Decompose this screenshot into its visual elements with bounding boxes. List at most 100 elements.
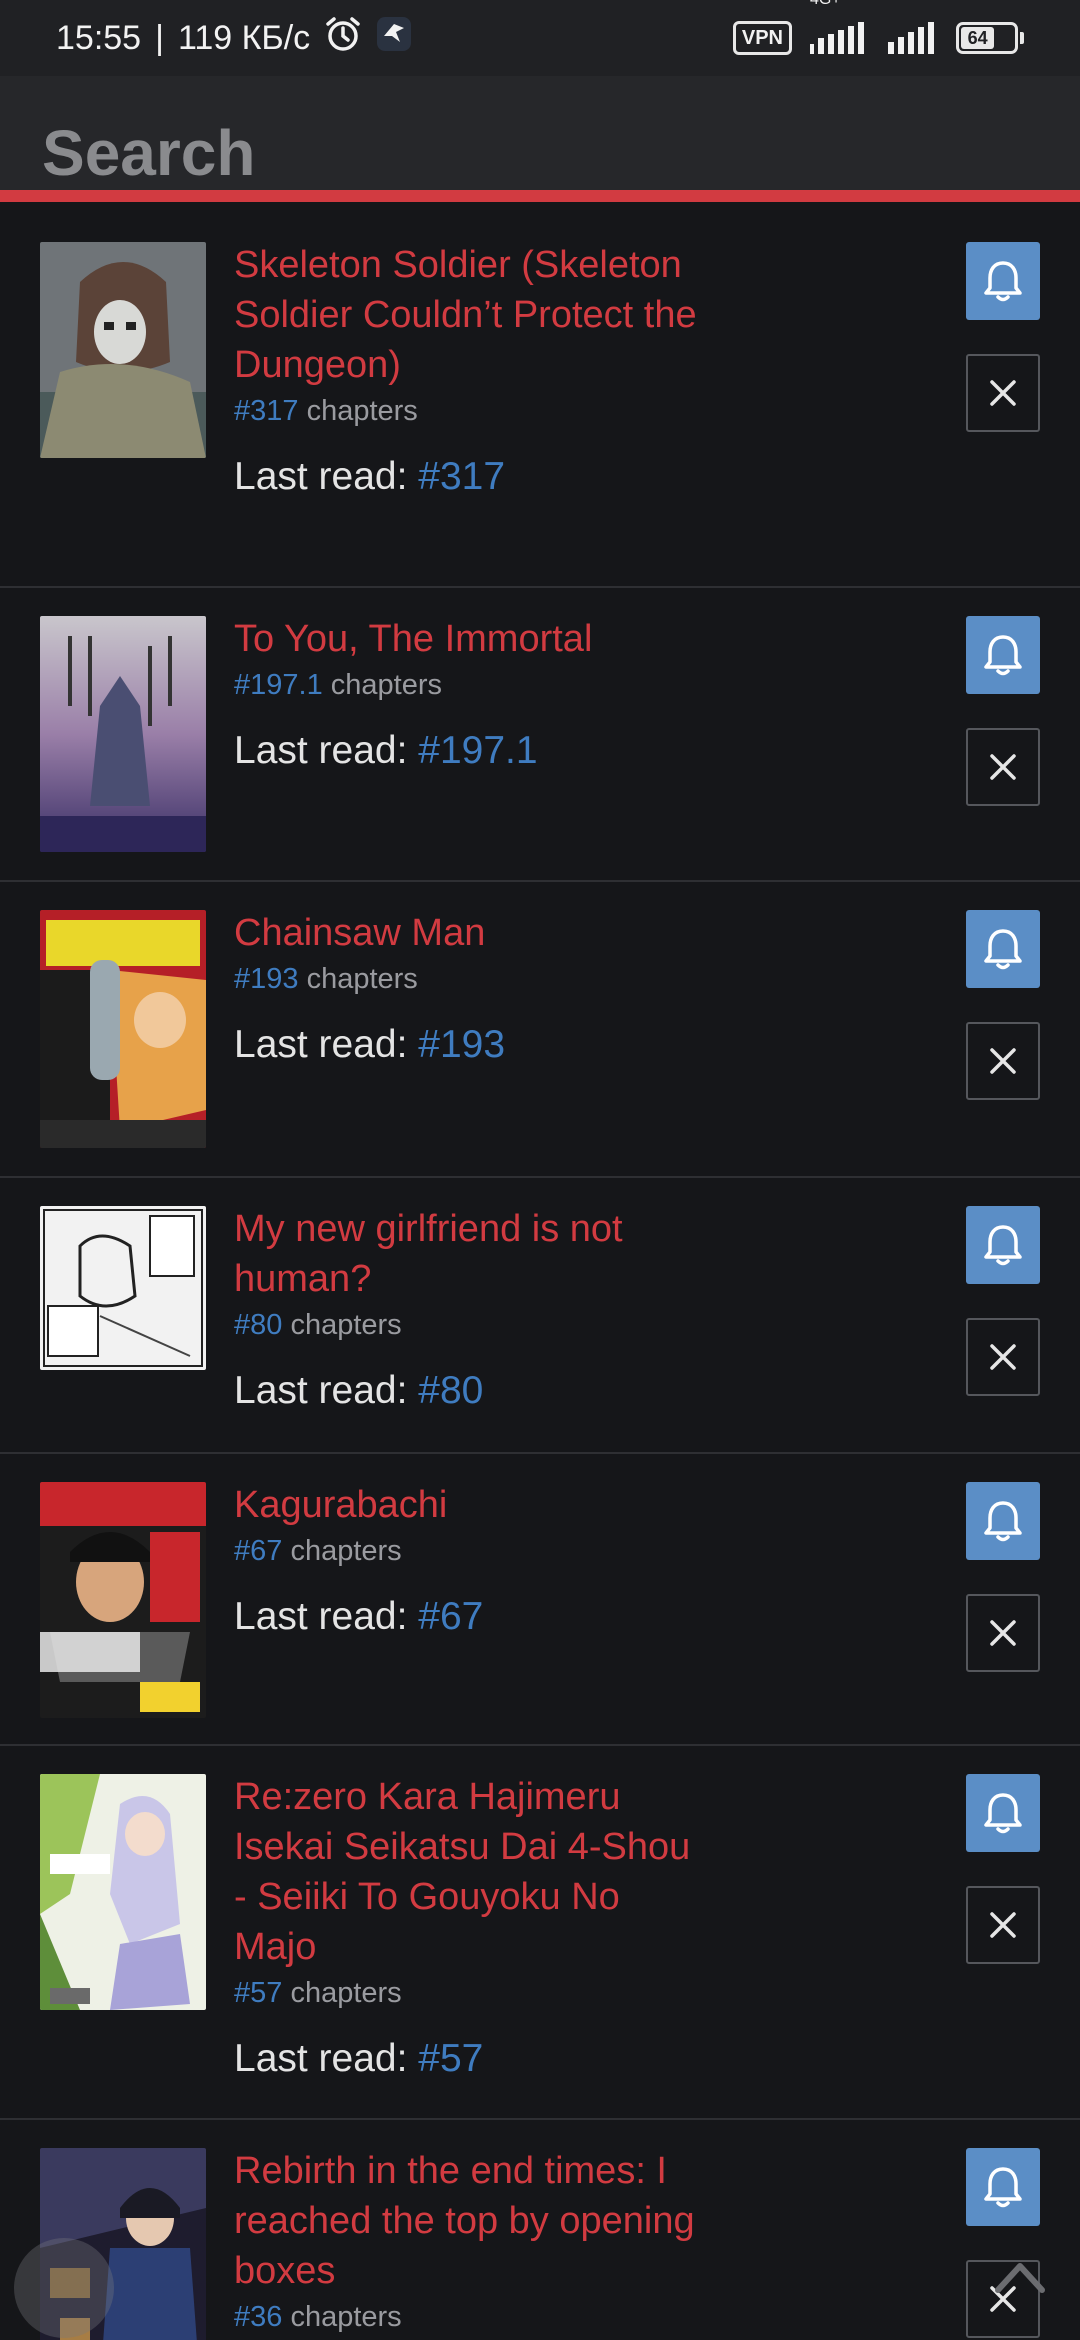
signal-icon [810,22,864,54]
bell-icon [984,929,1022,970]
network-speed: 119 КБ/с [177,18,311,57]
subscribe-button[interactable] [966,242,1040,320]
subscribe-button[interactable] [966,910,1040,988]
manga-info: Re:zero Kara Hajimeru Isekai Seikatsu Da… [234,1772,704,2084]
list-item[interactable]: To You, The Immortal #197.1 chapters Las… [0,588,1080,882]
manga-cover[interactable] [40,1482,206,1718]
last-read: Last read: #67 [234,1592,704,1642]
close-icon [990,1912,1016,1938]
last-read-number[interactable]: #67 [418,1595,483,1638]
remove-button[interactable] [966,1022,1040,1100]
bell-icon [984,1793,1022,1834]
chevron-up-icon [995,2263,1045,2293]
last-read-number[interactable]: #57 [418,2037,483,2080]
manga-title[interactable]: Re:zero Kara Hajimeru Isekai Seikatsu Da… [234,1772,704,1972]
chapters-word: chapters [290,2301,402,2333]
page-title: Search [42,117,256,189]
chapters-count: #57 chapters [234,1972,704,2014]
list-item[interactable]: Re:zero Kara Hajimeru Isekai Seikatsu Da… [0,1746,1080,2120]
manga-title[interactable]: Chainsaw Man [234,908,704,958]
status-bar: 15:55 | 119 КБ/с VPN 4G+ [0,0,1080,76]
manga-cover[interactable] [40,910,206,1148]
manga-cover[interactable] [40,616,206,852]
list-item[interactable]: Kagurabachi #67 chapters Last read: #67 [0,1454,1080,1746]
manga-cover[interactable] [40,242,206,458]
manga-title[interactable]: Kagurabachi [234,1480,704,1530]
chapters-number: #317 [234,395,299,427]
network-type: 4G+ [810,0,841,8]
chapters-count: #317 chapters [234,390,704,432]
manga-cover[interactable] [40,1774,206,2010]
status-right: VPN 4G+ 64 [732,0,1024,55]
floating-assist-button[interactable] [14,2238,114,2338]
chapters-word: chapters [306,963,418,995]
last-read-label: Last read: [234,1595,408,1638]
battery-indicator: 64 [956,22,1024,54]
bell-icon [984,1225,1022,1266]
remove-button[interactable] [966,1318,1040,1396]
chapters-count: #80 chapters [234,1304,704,1346]
manga-title[interactable]: Skeleton Soldier (Skeleton Soldier Could… [234,240,704,390]
manga-cover[interactable] [40,1206,206,1370]
last-read-number[interactable]: #80 [418,1369,483,1412]
close-icon [990,1048,1016,1074]
app-bird-icon [376,16,412,61]
manga-title[interactable]: To You, The Immortal [234,614,704,664]
bell-icon [984,635,1022,676]
list-item[interactable]: My new girlfriend is not human? #80 chap… [0,1178,1080,1454]
subscribe-button[interactable] [966,1774,1040,1852]
signal-icon-2 [888,22,934,54]
bell-icon [984,261,1022,302]
last-read: Last read: #80 [234,1366,704,1416]
last-read-label: Last read: [234,455,408,498]
manga-title[interactable]: My new girlfriend is not human? [234,1204,704,1304]
manga-info: Skeleton Soldier (Skeleton Soldier Could… [234,240,704,502]
remove-button[interactable] [966,728,1040,806]
chapters-count: #197.1 chapters [234,664,704,706]
list-item[interactable]: Chainsaw Man #193 chapters Last read: #1… [0,882,1080,1178]
close-icon [990,1344,1016,1370]
manga-info: Rebirth in the end times: I reached the … [234,2146,704,2338]
alarm-icon [324,15,362,62]
subscribe-button[interactable] [966,1206,1040,1284]
chapters-number: #36 [234,2301,283,2333]
chapters-number: #67 [234,1535,283,1567]
bell-icon [984,1501,1022,1542]
last-read-number[interactable]: #193 [418,1023,505,1066]
battery-body: 64 [956,22,1018,54]
subscribe-button[interactable] [966,1482,1040,1560]
chapters-word: chapters [330,669,442,701]
manga-info: To You, The Immortal #197.1 chapters Las… [234,614,704,776]
chapters-number: #80 [234,1309,283,1341]
subscribe-button[interactable] [966,2148,1040,2226]
manga-info: Kagurabachi #67 chapters Last read: #67 [234,1480,704,1642]
close-icon [990,1620,1016,1646]
manga-info: Chainsaw Man #193 chapters Last read: #1… [234,908,704,1070]
last-read: Last read: #317 [234,452,704,502]
remove-button[interactable] [966,1886,1040,1964]
last-read: Last read: #193 [234,1020,704,1070]
chapters-word: chapters [290,1535,402,1567]
last-read-label: Last read: [234,1023,408,1066]
last-read: Last read: #57 [234,2034,704,2084]
chapters-word: chapters [306,395,418,427]
status-separator: | [155,18,164,57]
chapters-count: #67 chapters [234,1530,704,1572]
last-read-number[interactable]: #317 [418,455,505,498]
vpn-badge: VPN [732,21,792,55]
subscribe-button[interactable] [966,616,1040,694]
remove-button[interactable] [966,354,1040,432]
chapters-number: #57 [234,1977,283,2009]
last-read-number[interactable]: #197.1 [418,729,537,772]
remove-button[interactable] [966,1594,1040,1672]
manga-info: My new girlfriend is not human? #80 chap… [234,1204,704,1416]
chapters-count: #36 chapters [234,2296,704,2338]
manga-title[interactable]: Rebirth in the end times: I reached the … [234,2146,704,2296]
list-item[interactable]: Skeleton Soldier (Skeleton Soldier Could… [0,214,1080,588]
status-time: 15:55 [56,18,142,57]
bell-icon [984,2167,1022,2208]
close-icon [990,754,1016,780]
app-header: Search [0,76,1080,202]
list-item[interactable]: Rebirth in the end times: I reached the … [0,2120,1080,2340]
scroll-to-top-button[interactable] [992,2256,1048,2296]
